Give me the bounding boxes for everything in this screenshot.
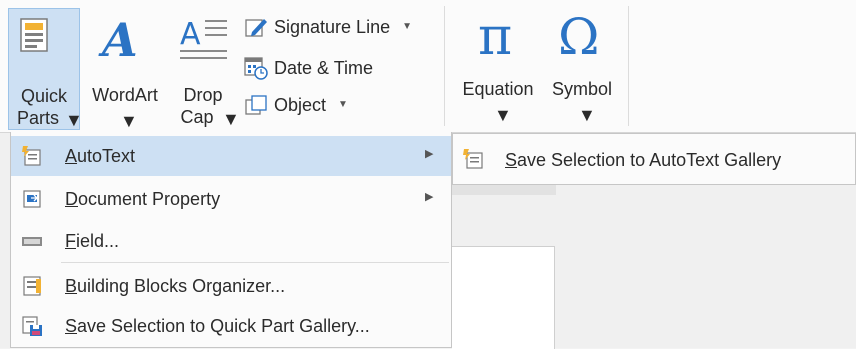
symbol-caret-icon: ▼: [578, 105, 596, 125]
building-blocks-label: Building Blocks Organizer...: [65, 276, 286, 296]
save-selection-icon: [22, 316, 42, 336]
omega-icon: Ω: [558, 8, 600, 66]
document-property-label: Document Property: [65, 189, 221, 209]
drop-cap-label-2: Cap: [180, 107, 214, 127]
ribbon-group-separator: [628, 6, 629, 126]
calendar-clock-icon: [244, 57, 268, 80]
date-time-label: Date & Time: [274, 58, 374, 78]
menu-item-building-blocks-organizer[interactable]: Building Blocks Organizer...: [11, 266, 451, 306]
menu-item-save-selection-quick-part[interactable]: Save Selection to Quick Part Gallery...: [11, 306, 451, 346]
signature-line-button[interactable]: Signature Line ▼: [244, 16, 412, 38]
autotext-icon: [22, 146, 41, 166]
quick-parts-label-2: Parts: [16, 108, 59, 128]
document-page: [452, 246, 555, 349]
submenu-arrow-icon: ▶: [425, 191, 434, 203]
field-icon: [22, 237, 42, 246]
object-icon: [245, 95, 267, 115]
drop-cap-caret-icon: ▼: [222, 109, 240, 129]
wordart-label: WordArt: [92, 85, 158, 105]
pi-icon: π: [478, 7, 513, 67]
equation-label: Equation: [462, 79, 534, 99]
building-blocks-icon: [23, 276, 41, 296]
wordart-icon: A: [102, 13, 138, 67]
equation-button[interactable]: π Equation ▼: [452, 8, 544, 128]
quick-parts-button[interactable]: Quick Parts ▼: [8, 8, 83, 130]
signature-line-caret-icon: ▼: [402, 21, 412, 32]
signature-line-label: Signature Line: [274, 17, 391, 37]
symbol-label: Symbol: [551, 79, 613, 99]
quick-parts-menu: AutoText ▶ Document Property ▶ Field... …: [10, 132, 452, 348]
drop-cap-icon: A: [180, 17, 227, 59]
date-time-button[interactable]: Date & Time: [244, 56, 373, 80]
menu-item-document-property[interactable]: Document Property ▶: [11, 179, 451, 219]
menu-item-autotext[interactable]: AutoText ▶: [11, 136, 451, 176]
quick-parts-caret-icon: ▼: [65, 110, 83, 130]
submenu-arrow-icon: ▶: [425, 148, 434, 160]
submenu-item-save-autotext[interactable]: Save Selection to AutoText Gallery: [453, 134, 855, 184]
symbol-button[interactable]: Ω Symbol ▼: [544, 8, 620, 128]
document-strip: [452, 185, 556, 195]
object-caret-icon: ▼: [338, 99, 348, 110]
signature-pen-icon: [245, 19, 267, 37]
autotext-submenu: Save Selection to AutoText Gallery: [452, 133, 856, 185]
menu-item-field[interactable]: Field...: [11, 221, 451, 261]
object-button[interactable]: Object ▼: [244, 94, 348, 116]
save-selection-label: Save Selection to Quick Part Gallery...: [65, 316, 370, 336]
ribbon-group-separator: [444, 6, 445, 126]
autotext-label: AutoText: [65, 146, 136, 166]
drop-cap-label-1: Drop: [183, 85, 223, 105]
svg-text:A: A: [180, 17, 201, 52]
wordart-button[interactable]: A WordArt ▼: [82, 8, 168, 131]
save-autotext-label: Save Selection to AutoText Gallery: [505, 150, 782, 170]
insert-ribbon: Quick Parts ▼ A WordArt ▼ A Drop Cap ▼ S…: [0, 0, 856, 133]
quick-parts-label-1: Quick: [20, 86, 67, 106]
object-label: Object: [274, 95, 327, 115]
field-label: Field...: [65, 231, 120, 251]
document-property-icon: [23, 190, 41, 208]
menu-separator: [61, 262, 449, 263]
drop-cap-button[interactable]: A Drop Cap ▼: [172, 8, 240, 129]
equation-caret-icon: ▼: [494, 105, 512, 125]
save-autotext-icon: [463, 149, 483, 169]
wordart-caret-icon: ▼: [120, 111, 138, 131]
quick-parts-icon: [20, 18, 48, 52]
